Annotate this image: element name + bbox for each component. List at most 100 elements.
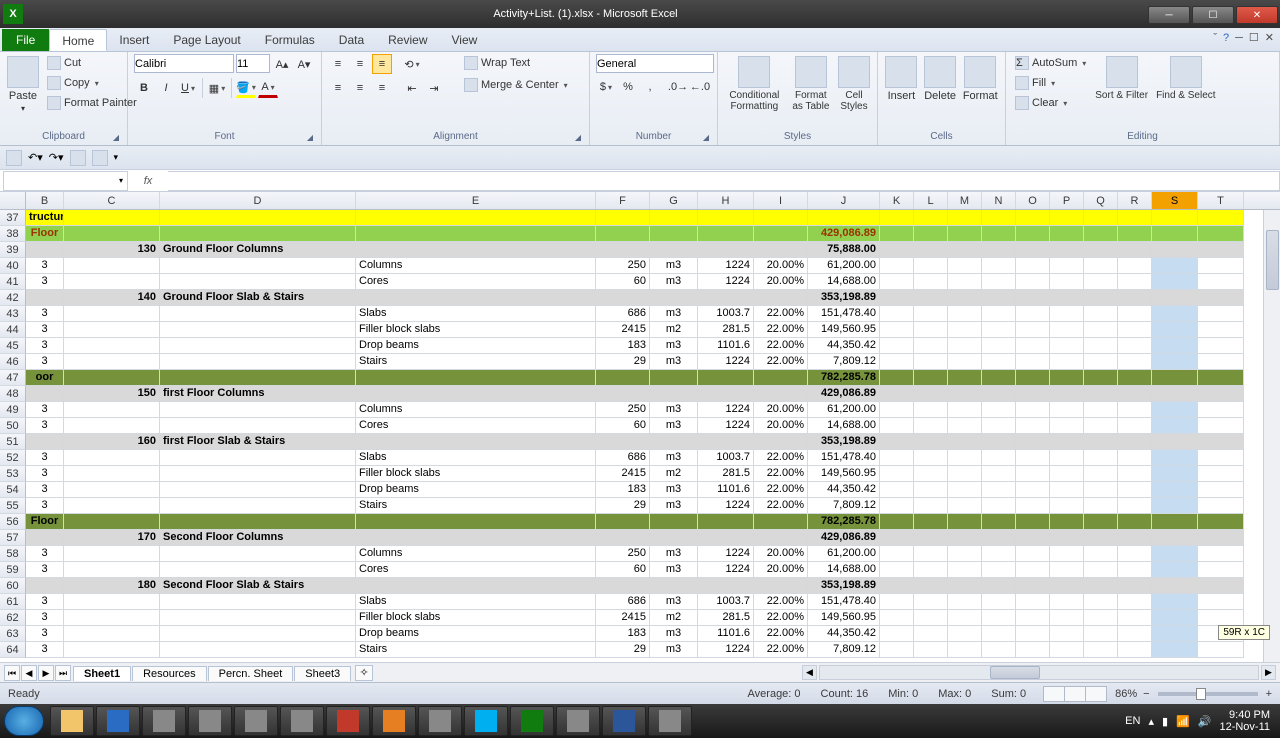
border-button[interactable]: ▦: [207, 78, 227, 98]
cell[interactable]: [1118, 482, 1152, 498]
cell[interactable]: [1050, 626, 1084, 642]
cell[interactable]: [1118, 258, 1152, 274]
cell[interactable]: [1050, 354, 1084, 370]
cell[interactable]: 353,198.89: [808, 578, 880, 594]
col-header-S[interactable]: S: [1152, 192, 1198, 209]
zoom-knob[interactable]: [1196, 688, 1206, 700]
cell[interactable]: [698, 514, 754, 530]
cell[interactable]: [650, 370, 698, 386]
cell[interactable]: m3: [650, 402, 698, 418]
cell[interactable]: [1118, 354, 1152, 370]
cell[interactable]: [948, 562, 982, 578]
cell[interactable]: 61,200.00: [808, 258, 880, 274]
cell[interactable]: [64, 258, 160, 274]
row-header[interactable]: 50: [0, 418, 26, 434]
cell[interactable]: [26, 386, 64, 402]
cell[interactable]: [1050, 306, 1084, 322]
cell[interactable]: 22.00%: [754, 322, 808, 338]
cell[interactable]: m3: [650, 594, 698, 610]
cell[interactable]: [948, 354, 982, 370]
tab-file[interactable]: File: [2, 29, 49, 51]
cell[interactable]: [596, 530, 650, 546]
undo-button[interactable]: ↶▾: [28, 151, 43, 164]
cell[interactable]: [948, 226, 982, 242]
row-header[interactable]: 38: [0, 226, 26, 242]
cell[interactable]: m3: [650, 546, 698, 562]
cell[interactable]: [64, 210, 160, 226]
tab-data[interactable]: Data: [327, 29, 376, 51]
cell[interactable]: [982, 482, 1016, 498]
cell[interactable]: [64, 370, 160, 386]
cell[interactable]: [356, 434, 596, 450]
row-header[interactable]: 61: [0, 594, 26, 610]
align-top-button[interactable]: ≡: [328, 54, 348, 74]
cell[interactable]: [1152, 482, 1198, 498]
taskbar-firefox[interactable]: [372, 706, 416, 736]
cell[interactable]: 44,350.42: [808, 626, 880, 642]
align-bottom-button[interactable]: ≡: [372, 54, 392, 74]
wrap-text-button[interactable]: Wrap Text: [461, 54, 571, 72]
zoom-out-button[interactable]: −: [1143, 688, 1149, 700]
cell[interactable]: [1118, 242, 1152, 258]
cell[interactable]: Stairs: [356, 354, 596, 370]
cell[interactable]: [1152, 226, 1198, 242]
accounting-format-button[interactable]: $: [596, 77, 616, 97]
cell[interactable]: 686: [596, 594, 650, 610]
cell[interactable]: m3: [650, 338, 698, 354]
cell[interactable]: [914, 258, 948, 274]
taskbar-app5[interactable]: [326, 706, 370, 736]
cell[interactable]: [1050, 386, 1084, 402]
row-header[interactable]: 41: [0, 274, 26, 290]
cell[interactable]: [1198, 338, 1244, 354]
cell[interactable]: Stairs: [356, 498, 596, 514]
percent-format-button[interactable]: %: [618, 77, 638, 97]
row-header[interactable]: 55: [0, 498, 26, 514]
cell[interactable]: [1050, 594, 1084, 610]
cell[interactable]: [880, 466, 914, 482]
insert-cells-button[interactable]: Insert: [884, 54, 919, 104]
cell[interactable]: [1084, 226, 1118, 242]
align-center-button[interactable]: ≡: [350, 78, 370, 98]
cell[interactable]: [64, 466, 160, 482]
cell[interactable]: 686: [596, 306, 650, 322]
autosum-button[interactable]: ΣAutoSum: [1012, 54, 1089, 72]
cell[interactable]: 160: [64, 434, 160, 450]
cell[interactable]: [1198, 594, 1244, 610]
cell[interactable]: 3: [26, 546, 64, 562]
cell[interactable]: [754, 290, 808, 306]
cell[interactable]: [1016, 498, 1050, 514]
cell[interactable]: [1050, 546, 1084, 562]
select-all-corner[interactable]: [0, 192, 26, 210]
cell[interactable]: [1198, 226, 1244, 242]
hscroll-thumb[interactable]: [990, 666, 1040, 679]
cell[interactable]: [1016, 642, 1050, 658]
cell[interactable]: [1152, 306, 1198, 322]
col-header-O[interactable]: O: [1016, 192, 1050, 209]
taskbar-app2[interactable]: [188, 706, 232, 736]
cell[interactable]: [1084, 242, 1118, 258]
cell[interactable]: [982, 242, 1016, 258]
cell[interactable]: [880, 514, 914, 530]
cell[interactable]: [356, 386, 596, 402]
cell[interactable]: [698, 434, 754, 450]
cell[interactable]: [1118, 530, 1152, 546]
cell[interactable]: [948, 594, 982, 610]
cell[interactable]: [1198, 546, 1244, 562]
cell[interactable]: [698, 578, 754, 594]
cell[interactable]: [1198, 274, 1244, 290]
cell[interactable]: [1152, 242, 1198, 258]
cell[interactable]: 29: [596, 642, 650, 658]
cell[interactable]: [880, 626, 914, 642]
col-header-F[interactable]: F: [596, 192, 650, 209]
cell[interactable]: [26, 530, 64, 546]
cell[interactable]: 782,285.78: [808, 514, 880, 530]
maximize-button[interactable]: ☐: [1192, 6, 1234, 24]
cell[interactable]: [160, 594, 356, 610]
cell[interactable]: [982, 210, 1016, 226]
cell[interactable]: m3: [650, 418, 698, 434]
cell[interactable]: [64, 274, 160, 290]
cell[interactable]: [982, 594, 1016, 610]
cell[interactable]: [1016, 530, 1050, 546]
tab-pagelayout[interactable]: Page Layout: [161, 29, 252, 51]
row-header[interactable]: 44: [0, 322, 26, 338]
